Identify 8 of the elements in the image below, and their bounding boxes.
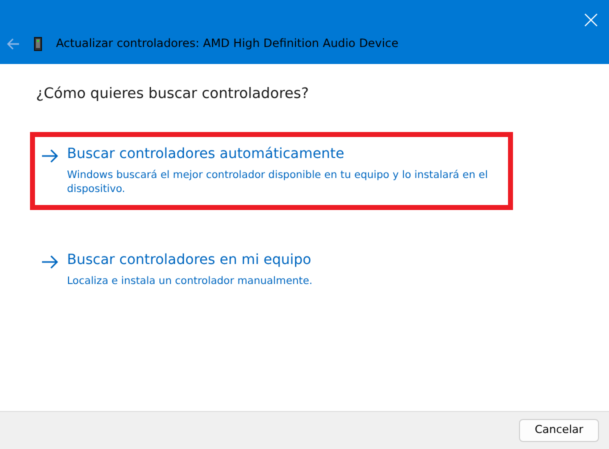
question-heading: ¿Cómo quieres buscar controladores? xyxy=(36,85,310,104)
option-link[interactable]: Buscar controladores automáticamente Windows buscará el mejor controlador disponible en tu equipo y lo instalará en el dispositivo. xyxy=(30,132,513,210)
arrow-icon xyxy=(41,254,59,269)
option-link[interactable]: Buscar controladores en mi equipo Localiza e instala un controlador manualmente. xyxy=(30,238,513,301)
device-icon xyxy=(34,36,42,51)
window-title: Actualizar controladores: AMD High Definition Audio Device xyxy=(56,35,398,52)
cancel-button[interactable]: Cancelar xyxy=(519,419,599,442)
arrow-icon xyxy=(41,148,59,163)
